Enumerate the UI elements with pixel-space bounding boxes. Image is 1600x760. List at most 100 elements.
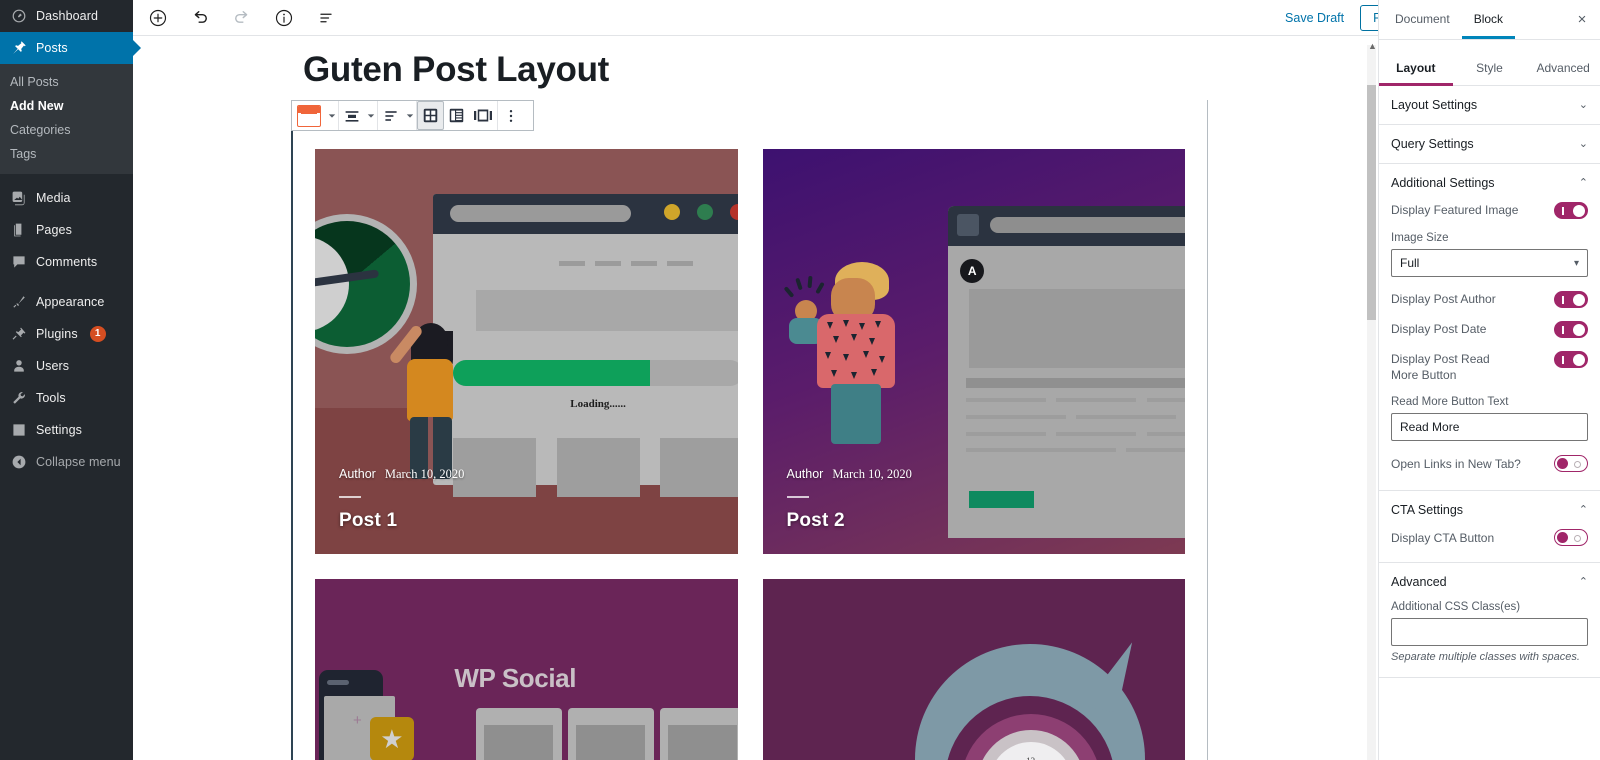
settings-icon bbox=[10, 421, 28, 439]
avatar-art-text: A bbox=[960, 258, 985, 283]
post-card[interactable]: 12 bbox=[762, 579, 1185, 760]
post-title[interactable]: Post 2 bbox=[787, 510, 845, 532]
sidebar-item-appearance[interactable]: Appearance bbox=[0, 286, 133, 318]
block-subtabs: Layout Style Advanced bbox=[1379, 52, 1600, 86]
block-align-group bbox=[339, 101, 378, 130]
setting-read-more-text: Read More Button Text bbox=[1391, 396, 1588, 442]
sidebar-item-posts[interactable]: Posts bbox=[0, 32, 141, 64]
sidebar-item-label: Users bbox=[36, 358, 70, 373]
submenu-item-tags[interactable]: Tags bbox=[0, 142, 133, 166]
tab-block[interactable]: Block bbox=[1461, 1, 1516, 39]
wp-social-illustration: WP Social + ★ bbox=[315, 579, 738, 760]
tab-document[interactable]: Document bbox=[1383, 1, 1462, 39]
panel-additional-settings-body: Display Featured Image Image Size Full ▾… bbox=[1379, 202, 1600, 490]
block-more-options-button[interactable] bbox=[498, 101, 524, 130]
subtab-advanced[interactable]: Advanced bbox=[1526, 52, 1600, 86]
image-size-value: Full bbox=[1400, 256, 1420, 270]
sidebar-item-plugins[interactable]: Plugins 1 bbox=[0, 318, 133, 350]
sidebar-item-collapse-menu[interactable]: Collapse menu bbox=[0, 446, 133, 478]
grid-layout-button[interactable] bbox=[417, 101, 444, 130]
collapse-icon bbox=[10, 453, 28, 471]
post-meta: Author March 10, 2020 bbox=[339, 467, 464, 482]
display-cta-button-toggle[interactable] bbox=[1554, 529, 1588, 547]
post-meta: Author March 10, 2020 bbox=[787, 467, 912, 482]
sidebar-item-media[interactable]: Media bbox=[0, 182, 133, 214]
plus-decoration-icon: + bbox=[353, 712, 362, 730]
close-icon[interactable]: × bbox=[1568, 6, 1596, 34]
add-block-button[interactable] bbox=[141, 1, 175, 35]
sidebar-item-label: Tools bbox=[36, 390, 66, 405]
loading-art-text: Loading...... bbox=[570, 397, 626, 410]
post-card[interactable]: WP Social + ★ bbox=[315, 579, 738, 760]
panel-additional-settings: Additional Settings ⌃ Display Featured I… bbox=[1379, 164, 1600, 492]
redo-button[interactable] bbox=[225, 1, 259, 35]
submenu-item-add-new[interactable]: Add New bbox=[0, 94, 133, 118]
sidebar-item-settings[interactable]: Settings bbox=[0, 414, 133, 446]
align-block-button[interactable] bbox=[339, 101, 365, 130]
post-card[interactable]: Loading...... Author March 10, 2020 Post… bbox=[315, 149, 738, 554]
undo-button[interactable] bbox=[183, 1, 217, 35]
pages-icon bbox=[10, 221, 28, 239]
align-block-chevron-down-icon[interactable] bbox=[365, 112, 377, 120]
editor-canvas: Guten Post Layout Loading...... Author M… bbox=[133, 36, 1378, 760]
selected-block-wrapper[interactable]: Loading...... Author March 10, 2020 Post… bbox=[291, 100, 1208, 760]
panel-cta-settings-header[interactable]: CTA Settings ⌃ bbox=[1379, 491, 1600, 529]
content-structure-button[interactable] bbox=[267, 1, 301, 35]
read-more-text-input[interactable] bbox=[1391, 413, 1588, 442]
display-post-date-toggle[interactable] bbox=[1554, 321, 1588, 338]
setting-label: Display Post Author bbox=[1391, 292, 1496, 307]
sidebar-item-dashboard[interactable]: Dashboard bbox=[0, 0, 133, 32]
display-post-author-toggle[interactable] bbox=[1554, 291, 1588, 308]
list-layout-icon bbox=[449, 108, 464, 123]
display-read-more-toggle[interactable] bbox=[1554, 351, 1588, 368]
panel-query-settings-header[interactable]: Query Settings ⌄ bbox=[1379, 125, 1600, 163]
sidebar-scrollbar[interactable]: ▲ bbox=[1367, 41, 1377, 760]
sidebar-item-pages[interactable]: Pages bbox=[0, 214, 133, 246]
panel-additional-settings-header[interactable]: Additional Settings ⌃ bbox=[1379, 164, 1600, 202]
submenu-item-all-posts[interactable]: All Posts bbox=[0, 70, 133, 94]
sidebar-item-tools[interactable]: Tools bbox=[0, 382, 133, 414]
panel-advanced-body: Additional CSS Class(es) Separate multip… bbox=[1379, 601, 1600, 677]
align-text-button[interactable] bbox=[378, 101, 404, 130]
sidebar-item-comments[interactable]: Comments bbox=[0, 246, 133, 278]
media-icon bbox=[10, 189, 28, 207]
scrollbar-thumb[interactable] bbox=[1367, 85, 1376, 320]
admin-sidebar: Dashboard Posts All Posts Add New Catego… bbox=[0, 0, 141, 760]
post-author: Author bbox=[786, 467, 824, 481]
carousel-layout-button[interactable] bbox=[469, 101, 497, 130]
sidebar-item-users[interactable]: Users bbox=[0, 350, 133, 382]
post-date: March 10, 2020 bbox=[832, 467, 912, 481]
panel-layout-settings-header[interactable]: Layout Settings ⌄ bbox=[1379, 86, 1600, 124]
post-title[interactable]: Post 1 bbox=[339, 510, 397, 532]
post-card[interactable]: A Author March 10, 2020 Post 2 bbox=[762, 149, 1185, 554]
submenu-item-categories[interactable]: Categories bbox=[0, 118, 133, 142]
post-title-rule bbox=[786, 496, 809, 498]
more-options-icon bbox=[509, 109, 513, 122]
setting-label: Display Featured Image bbox=[1391, 203, 1519, 218]
pin-icon bbox=[10, 39, 28, 57]
image-size-select[interactable]: Full ▾ bbox=[1391, 249, 1588, 277]
plugins-update-badge: 1 bbox=[89, 326, 106, 342]
block-navigation-button[interactable] bbox=[309, 1, 343, 35]
wrench-icon bbox=[10, 389, 28, 407]
setting-label: Image Size bbox=[1391, 232, 1449, 244]
open-links-new-tab-toggle[interactable] bbox=[1554, 455, 1588, 473]
post-title-rule bbox=[339, 496, 361, 498]
comments-icon bbox=[10, 253, 28, 271]
additional-css-classes-input[interactable] bbox=[1391, 618, 1588, 647]
panel-advanced-header[interactable]: Advanced ⌃ bbox=[1379, 563, 1600, 601]
scroll-up-icon[interactable]: ▲ bbox=[1368, 41, 1377, 51]
page-title[interactable]: Guten Post Layout bbox=[133, 36, 1378, 100]
brush-icon bbox=[10, 293, 28, 311]
save-draft-button[interactable]: Save Draft bbox=[1279, 7, 1350, 29]
block-type-button[interactable] bbox=[292, 101, 326, 130]
align-text-chevron-down-icon[interactable] bbox=[404, 112, 416, 120]
list-layout-button[interactable] bbox=[444, 101, 469, 130]
block-type-chevron-down-icon[interactable] bbox=[326, 112, 338, 120]
display-featured-image-toggle[interactable] bbox=[1554, 202, 1588, 219]
wp-social-art-text: WP Social bbox=[454, 662, 577, 693]
subtab-style[interactable]: Style bbox=[1453, 52, 1527, 86]
panel-title: Query Settings bbox=[1391, 137, 1474, 151]
setting-label: Display CTA Button bbox=[1391, 530, 1495, 545]
subtab-layout[interactable]: Layout bbox=[1379, 52, 1453, 86]
